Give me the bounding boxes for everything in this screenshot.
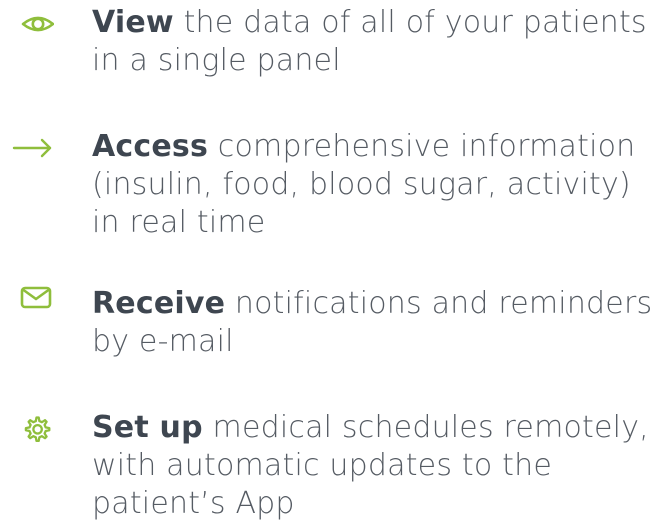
feature-highlight: Access [92, 129, 209, 164]
feature-text: Receive notifications and reminders by e… [92, 285, 654, 361]
feature-highlight: Set up [92, 410, 203, 445]
feature-description: the data of all of your patients in a si… [92, 5, 647, 78]
envelope-icon [20, 286, 52, 309]
feature-highlight: View [92, 5, 174, 40]
feature-text: View the data of all of your patients in… [92, 4, 654, 80]
arrow-right-icon [12, 138, 52, 158]
feature-highlight: Receive [92, 286, 226, 321]
feature-list: View the data of all of your patients in… [0, 0, 654, 521]
feature-text: Access comprehensive information (insuli… [92, 128, 654, 242]
feature-text: Set up medical schedules remotely, with … [92, 409, 654, 523]
eye-icon [21, 16, 54, 32]
gear-icon [24, 416, 51, 443]
